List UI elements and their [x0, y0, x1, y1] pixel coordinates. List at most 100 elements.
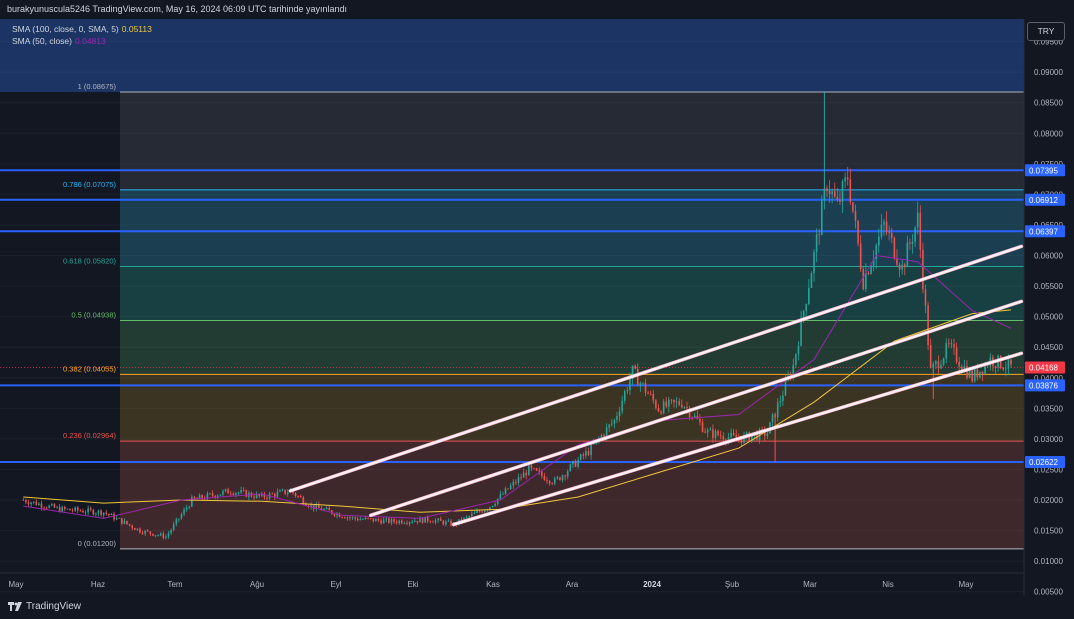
candle-body-108[interactable]: [302, 497, 305, 504]
candle-body-217[interactable]: [585, 450, 587, 456]
candle-body-162[interactable]: [442, 520, 445, 525]
candle-body-61[interactable]: [180, 514, 183, 519]
candle-body-315[interactable]: [839, 200, 841, 202]
candle-body-144[interactable]: [395, 521, 398, 524]
candle-body-239[interactable]: [642, 382, 644, 384]
candle-body-301[interactable]: [802, 311, 805, 318]
candle-body-249[interactable]: [668, 399, 670, 407]
candle-body-102[interactable]: [286, 492, 289, 494]
candle-body-199[interactable]: [538, 470, 541, 472]
candle-body-131[interactable]: [362, 519, 364, 521]
candle-body-219[interactable]: [590, 443, 592, 455]
candle-body-233[interactable]: [626, 389, 629, 392]
candle-body-8[interactable]: [43, 507, 45, 509]
candle-body-30[interactable]: [100, 510, 102, 516]
candle-body-343[interactable]: [911, 241, 914, 244]
candle-body-368[interactable]: [976, 369, 979, 378]
candle-body-52[interactable]: [157, 535, 159, 536]
candle-body-21[interactable]: [76, 507, 79, 511]
candle-body-304[interactable]: [810, 273, 813, 288]
candle-body-177[interactable]: [481, 511, 483, 513]
candle-body-66[interactable]: [193, 496, 196, 499]
candle-body-326[interactable]: [867, 272, 870, 275]
candle-body-375[interactable]: [994, 366, 997, 368]
candle-body-351[interactable]: [932, 363, 935, 368]
candle-body-294[interactable]: [784, 380, 787, 396]
candle-body-118[interactable]: [328, 507, 331, 511]
candle-body-356[interactable]: [945, 343, 948, 359]
candle-body-254[interactable]: [681, 404, 683, 408]
candle-body-236[interactable]: [634, 365, 636, 369]
legend-sma-100[interactable]: SMA (100, close, 0, SMA, 5) 0.05113: [12, 23, 152, 35]
candle-body-2[interactable]: [27, 502, 30, 505]
candle-body-73[interactable]: [211, 493, 214, 496]
candle-body-9[interactable]: [45, 507, 48, 509]
candle-body-120[interactable]: [333, 513, 336, 516]
candle-body-357[interactable]: [948, 343, 950, 345]
candle-body-247[interactable]: [662, 401, 665, 414]
candle-body-81[interactable]: [232, 493, 235, 495]
candle-body-190[interactable]: [515, 481, 517, 483]
candle-body-198[interactable]: [535, 468, 538, 471]
candle-body-231[interactable]: [621, 400, 623, 412]
candle-body-182[interactable]: [494, 504, 496, 506]
candle-body-192[interactable]: [520, 477, 522, 479]
candle-body-191[interactable]: [517, 477, 520, 483]
candle-body-132[interactable]: [364, 517, 367, 520]
candle-body-334[interactable]: [888, 231, 890, 233]
candle-body-350[interactable]: [929, 345, 932, 368]
candle-body-34[interactable]: [110, 513, 113, 516]
candle-body-336[interactable]: [893, 237, 896, 259]
candle-body-164[interactable]: [447, 520, 450, 522]
candle-body-3[interactable]: [30, 502, 32, 505]
candle-body-51[interactable]: [154, 535, 157, 537]
candle-body-203[interactable]: [548, 480, 551, 484]
candle-body-218[interactable]: [587, 450, 590, 455]
candle-body-72[interactable]: [209, 493, 211, 495]
candle-body-58[interactable]: [172, 524, 175, 530]
candle-body-1[interactable]: [25, 500, 27, 503]
candle-body-352[interactable]: [935, 361, 937, 364]
candle-body-171[interactable]: [465, 516, 468, 518]
candle-body-322[interactable]: [857, 220, 859, 244]
candle-body-107[interactable]: [299, 496, 302, 498]
candle-body-240[interactable]: [644, 382, 647, 393]
candle-body-361[interactable]: [958, 362, 960, 367]
candle-body-335[interactable]: [890, 232, 893, 238]
candle-body-320[interactable]: [852, 202, 854, 212]
candle-body-197[interactable]: [533, 468, 535, 470]
candle-body-342[interactable]: [909, 242, 911, 244]
candle-body-355[interactable]: [942, 358, 945, 365]
candle-body-259[interactable]: [693, 415, 696, 418]
candle-body-232[interactable]: [623, 391, 626, 401]
candle-body-210[interactable]: [566, 471, 569, 477]
candle-body-98[interactable]: [276, 491, 279, 497]
candle-body-175[interactable]: [476, 510, 478, 513]
candle-body-18[interactable]: [69, 508, 71, 511]
candle-body-358[interactable]: [950, 343, 953, 345]
candle-body-330[interactable]: [878, 236, 880, 246]
candle-body-250[interactable]: [670, 399, 673, 401]
candle-body-256[interactable]: [686, 407, 688, 409]
candle-body-176[interactable]: [478, 510, 481, 512]
candle-body-160[interactable]: [437, 518, 439, 521]
candle-body-204[interactable]: [551, 483, 553, 485]
candle-body-136[interactable]: [375, 518, 377, 522]
candle-body-353[interactable]: [937, 361, 940, 369]
candle-body-264[interactable]: [706, 430, 709, 433]
candle-body-230[interactable]: [618, 411, 621, 417]
candle-body-128[interactable]: [354, 517, 356, 519]
candle-body-369[interactable]: [979, 371, 981, 378]
candle-body-196[interactable]: [530, 465, 533, 469]
candle-body-243[interactable]: [652, 393, 655, 401]
candle-body-43[interactable]: [134, 528, 136, 530]
candle-body-35[interactable]: [113, 513, 115, 520]
candle-body-341[interactable]: [906, 242, 909, 268]
candle-body-248[interactable]: [665, 401, 668, 407]
candle-body-226[interactable]: [608, 424, 611, 428]
candle-body-130[interactable]: [359, 519, 362, 521]
candle-body-345[interactable]: [916, 212, 919, 228]
candle-body-17[interactable]: [66, 508, 69, 510]
candle-body-338[interactable]: [898, 264, 901, 270]
candle-body-365[interactable]: [968, 370, 971, 378]
